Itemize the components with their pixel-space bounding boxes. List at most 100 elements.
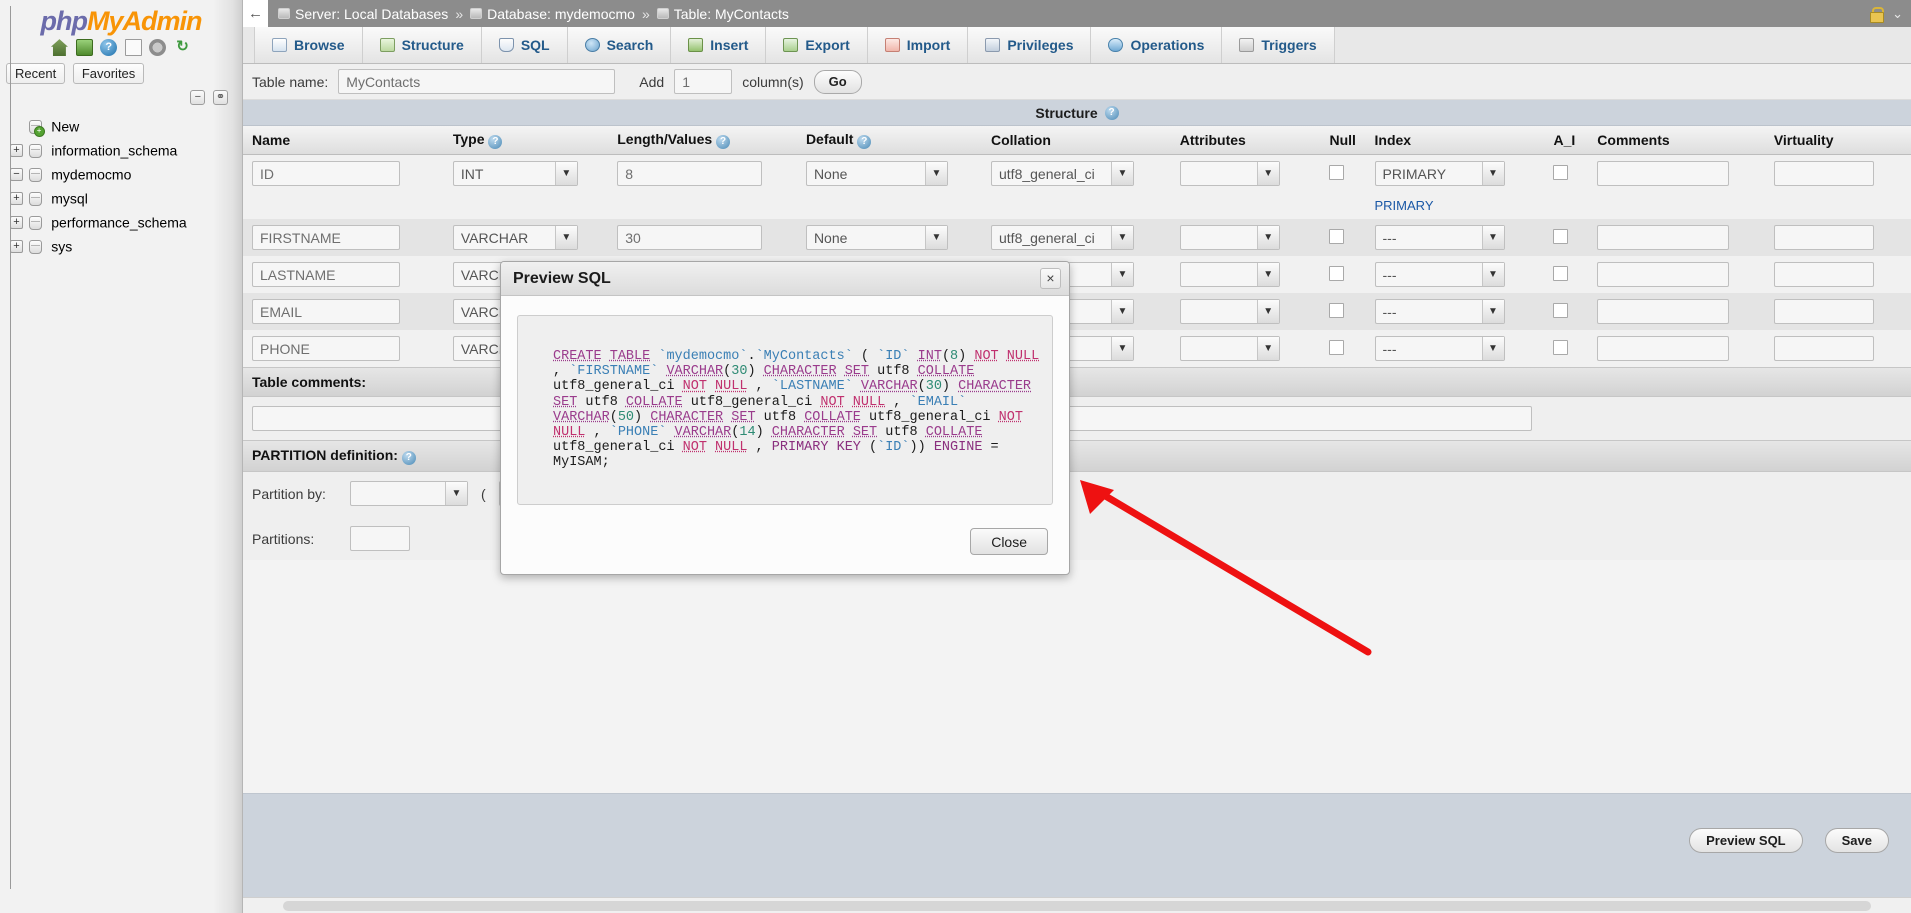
- tree-label-information-schema[interactable]: information_schema: [51, 143, 177, 159]
- column-index-select[interactable]: ---: [1375, 225, 1505, 250]
- home-icon[interactable]: [51, 39, 68, 56]
- column-null-checkbox[interactable]: [1329, 165, 1344, 180]
- tree-expander-mysql[interactable]: +: [10, 192, 23, 205]
- breadcrumb-server[interactable]: Server: Local Databases: [295, 6, 448, 22]
- tab-recent[interactable]: Recent: [6, 63, 65, 84]
- column-comments-input[interactable]: [1597, 161, 1729, 186]
- column-name-input[interactable]: [252, 161, 400, 186]
- column-ai-checkbox[interactable]: [1553, 266, 1568, 281]
- tree-item-mysql[interactable]: + mysql: [6, 186, 242, 210]
- tree-label-sys[interactable]: sys: [51, 239, 72, 255]
- column-ai-checkbox[interactable]: [1553, 165, 1568, 180]
- tab-triggers[interactable]: Triggers: [1222, 27, 1334, 63]
- preview-sql-button[interactable]: Preview SQL: [1689, 828, 1802, 853]
- column-default-select[interactable]: None: [806, 225, 948, 250]
- column-comments-input[interactable]: [1597, 225, 1729, 250]
- column-name-input[interactable]: [252, 336, 400, 361]
- tree-expander-mydemocmo[interactable]: −: [10, 168, 23, 181]
- column-length-input[interactable]: [617, 225, 762, 250]
- column-name-input[interactable]: [252, 299, 400, 324]
- column-type-select[interactable]: INT: [453, 161, 578, 186]
- back-button[interactable]: ←: [243, 0, 268, 27]
- length-help-icon[interactable]: ?: [716, 135, 730, 149]
- tree-expander-sys[interactable]: +: [10, 240, 23, 253]
- column-attributes-select[interactable]: [1180, 299, 1280, 324]
- column-type-select[interactable]: VARCHAR: [453, 225, 578, 250]
- tab-structure[interactable]: Structure: [363, 27, 482, 63]
- column-name-input[interactable]: [252, 262, 400, 287]
- column-null-checkbox[interactable]: [1329, 340, 1344, 355]
- partitions-input[interactable]: [350, 526, 410, 551]
- column-ai-checkbox[interactable]: [1553, 340, 1568, 355]
- collapse-navigation-icon[interactable]: ⌄: [1892, 6, 1903, 22]
- column-name-input[interactable]: [252, 225, 400, 250]
- tree-label-new[interactable]: New: [51, 119, 79, 135]
- horizontal-scrollbar[interactable]: [243, 897, 1911, 913]
- tree-expander-performance-schema[interactable]: +: [10, 216, 23, 229]
- column-index-select[interactable]: ---: [1375, 299, 1505, 324]
- doc-icon[interactable]: [125, 39, 142, 56]
- tab-browse[interactable]: Browse: [254, 27, 363, 63]
- breadcrumb-database[interactable]: Database: mydemocmo: [487, 6, 635, 22]
- help-icon[interactable]: ?: [100, 39, 117, 56]
- tab-favorites[interactable]: Favorites: [73, 63, 144, 84]
- breadcrumb-table[interactable]: Table: MyContacts: [674, 6, 789, 22]
- link-with-main-panel-icon[interactable]: ⚭: [213, 90, 228, 105]
- tab-import[interactable]: Import: [868, 27, 969, 63]
- tree-label-performance-schema[interactable]: performance_schema: [51, 215, 186, 231]
- tab-insert[interactable]: Insert: [671, 27, 766, 63]
- column-attributes-select[interactable]: [1180, 225, 1280, 250]
- column-index-select[interactable]: PRIMARY: [1375, 161, 1505, 186]
- column-attributes-select[interactable]: [1180, 161, 1280, 186]
- column-collation-select[interactable]: utf8_general_ci: [991, 225, 1134, 250]
- scrollbar-thumb[interactable]: [283, 901, 1871, 911]
- exit-icon[interactable]: [76, 39, 93, 56]
- reload-icon[interactable]: ↻: [174, 39, 191, 56]
- structure-help-icon[interactable]: ?: [1105, 106, 1119, 120]
- lock-icon[interactable]: [1870, 7, 1882, 21]
- partition-help-icon[interactable]: ?: [402, 451, 416, 465]
- column-collation-select[interactable]: utf8_general_ci: [991, 161, 1134, 186]
- column-default-select[interactable]: None: [806, 161, 948, 186]
- tree-item-mydemocmo[interactable]: − mydemocmo: [6, 162, 242, 186]
- settings-gear-icon[interactable]: [149, 39, 166, 56]
- tree-item-information-schema[interactable]: + information_schema: [6, 138, 242, 162]
- go-button[interactable]: Go: [814, 70, 862, 94]
- tree-expander-information-schema[interactable]: +: [10, 144, 23, 157]
- tree-label-mysql[interactable]: mysql: [51, 191, 88, 207]
- tree-item-new[interactable]: New: [6, 114, 242, 138]
- column-attributes-select[interactable]: [1180, 336, 1280, 361]
- save-button[interactable]: Save: [1825, 828, 1889, 853]
- column-virtuality-input[interactable]: [1774, 336, 1874, 361]
- column-virtuality-input[interactable]: [1774, 225, 1874, 250]
- close-button[interactable]: Close: [970, 528, 1048, 555]
- column-virtuality-input[interactable]: [1774, 161, 1874, 186]
- tab-export[interactable]: Export: [766, 27, 867, 63]
- tree-label-mydemocmo[interactable]: mydemocmo: [51, 167, 131, 183]
- type-help-icon[interactable]: ?: [488, 135, 502, 149]
- column-index-select[interactable]: ---: [1375, 336, 1505, 361]
- partition-by-select[interactable]: [350, 481, 468, 506]
- column-comments-input[interactable]: [1597, 299, 1729, 324]
- column-length-input[interactable]: [617, 161, 762, 186]
- column-attributes-select[interactable]: [1180, 262, 1280, 287]
- add-columns-input[interactable]: [674, 69, 732, 94]
- column-ai-checkbox[interactable]: [1553, 303, 1568, 318]
- column-null-checkbox[interactable]: [1329, 229, 1344, 244]
- tree-item-performance-schema[interactable]: + performance_schema: [6, 210, 242, 234]
- tab-sql[interactable]: SQL: [482, 27, 568, 63]
- default-help-icon[interactable]: ?: [857, 135, 871, 149]
- tab-operations[interactable]: Operations: [1091, 27, 1222, 63]
- column-index-select[interactable]: ---: [1375, 262, 1505, 287]
- close-icon[interactable]: ×: [1040, 268, 1061, 289]
- phpmyadmin-logo[interactable]: phpMyAdmin: [0, 0, 242, 37]
- table-name-input[interactable]: [338, 69, 615, 94]
- column-virtuality-input[interactable]: [1774, 262, 1874, 287]
- column-ai-checkbox[interactable]: [1553, 229, 1568, 244]
- column-null-checkbox[interactable]: [1329, 266, 1344, 281]
- column-virtuality-input[interactable]: [1774, 299, 1874, 324]
- tab-search[interactable]: Search: [568, 27, 672, 63]
- tab-privileges[interactable]: Privileges: [968, 27, 1091, 63]
- column-comments-input[interactable]: [1597, 336, 1729, 361]
- collapse-all-icon[interactable]: −: [190, 90, 205, 105]
